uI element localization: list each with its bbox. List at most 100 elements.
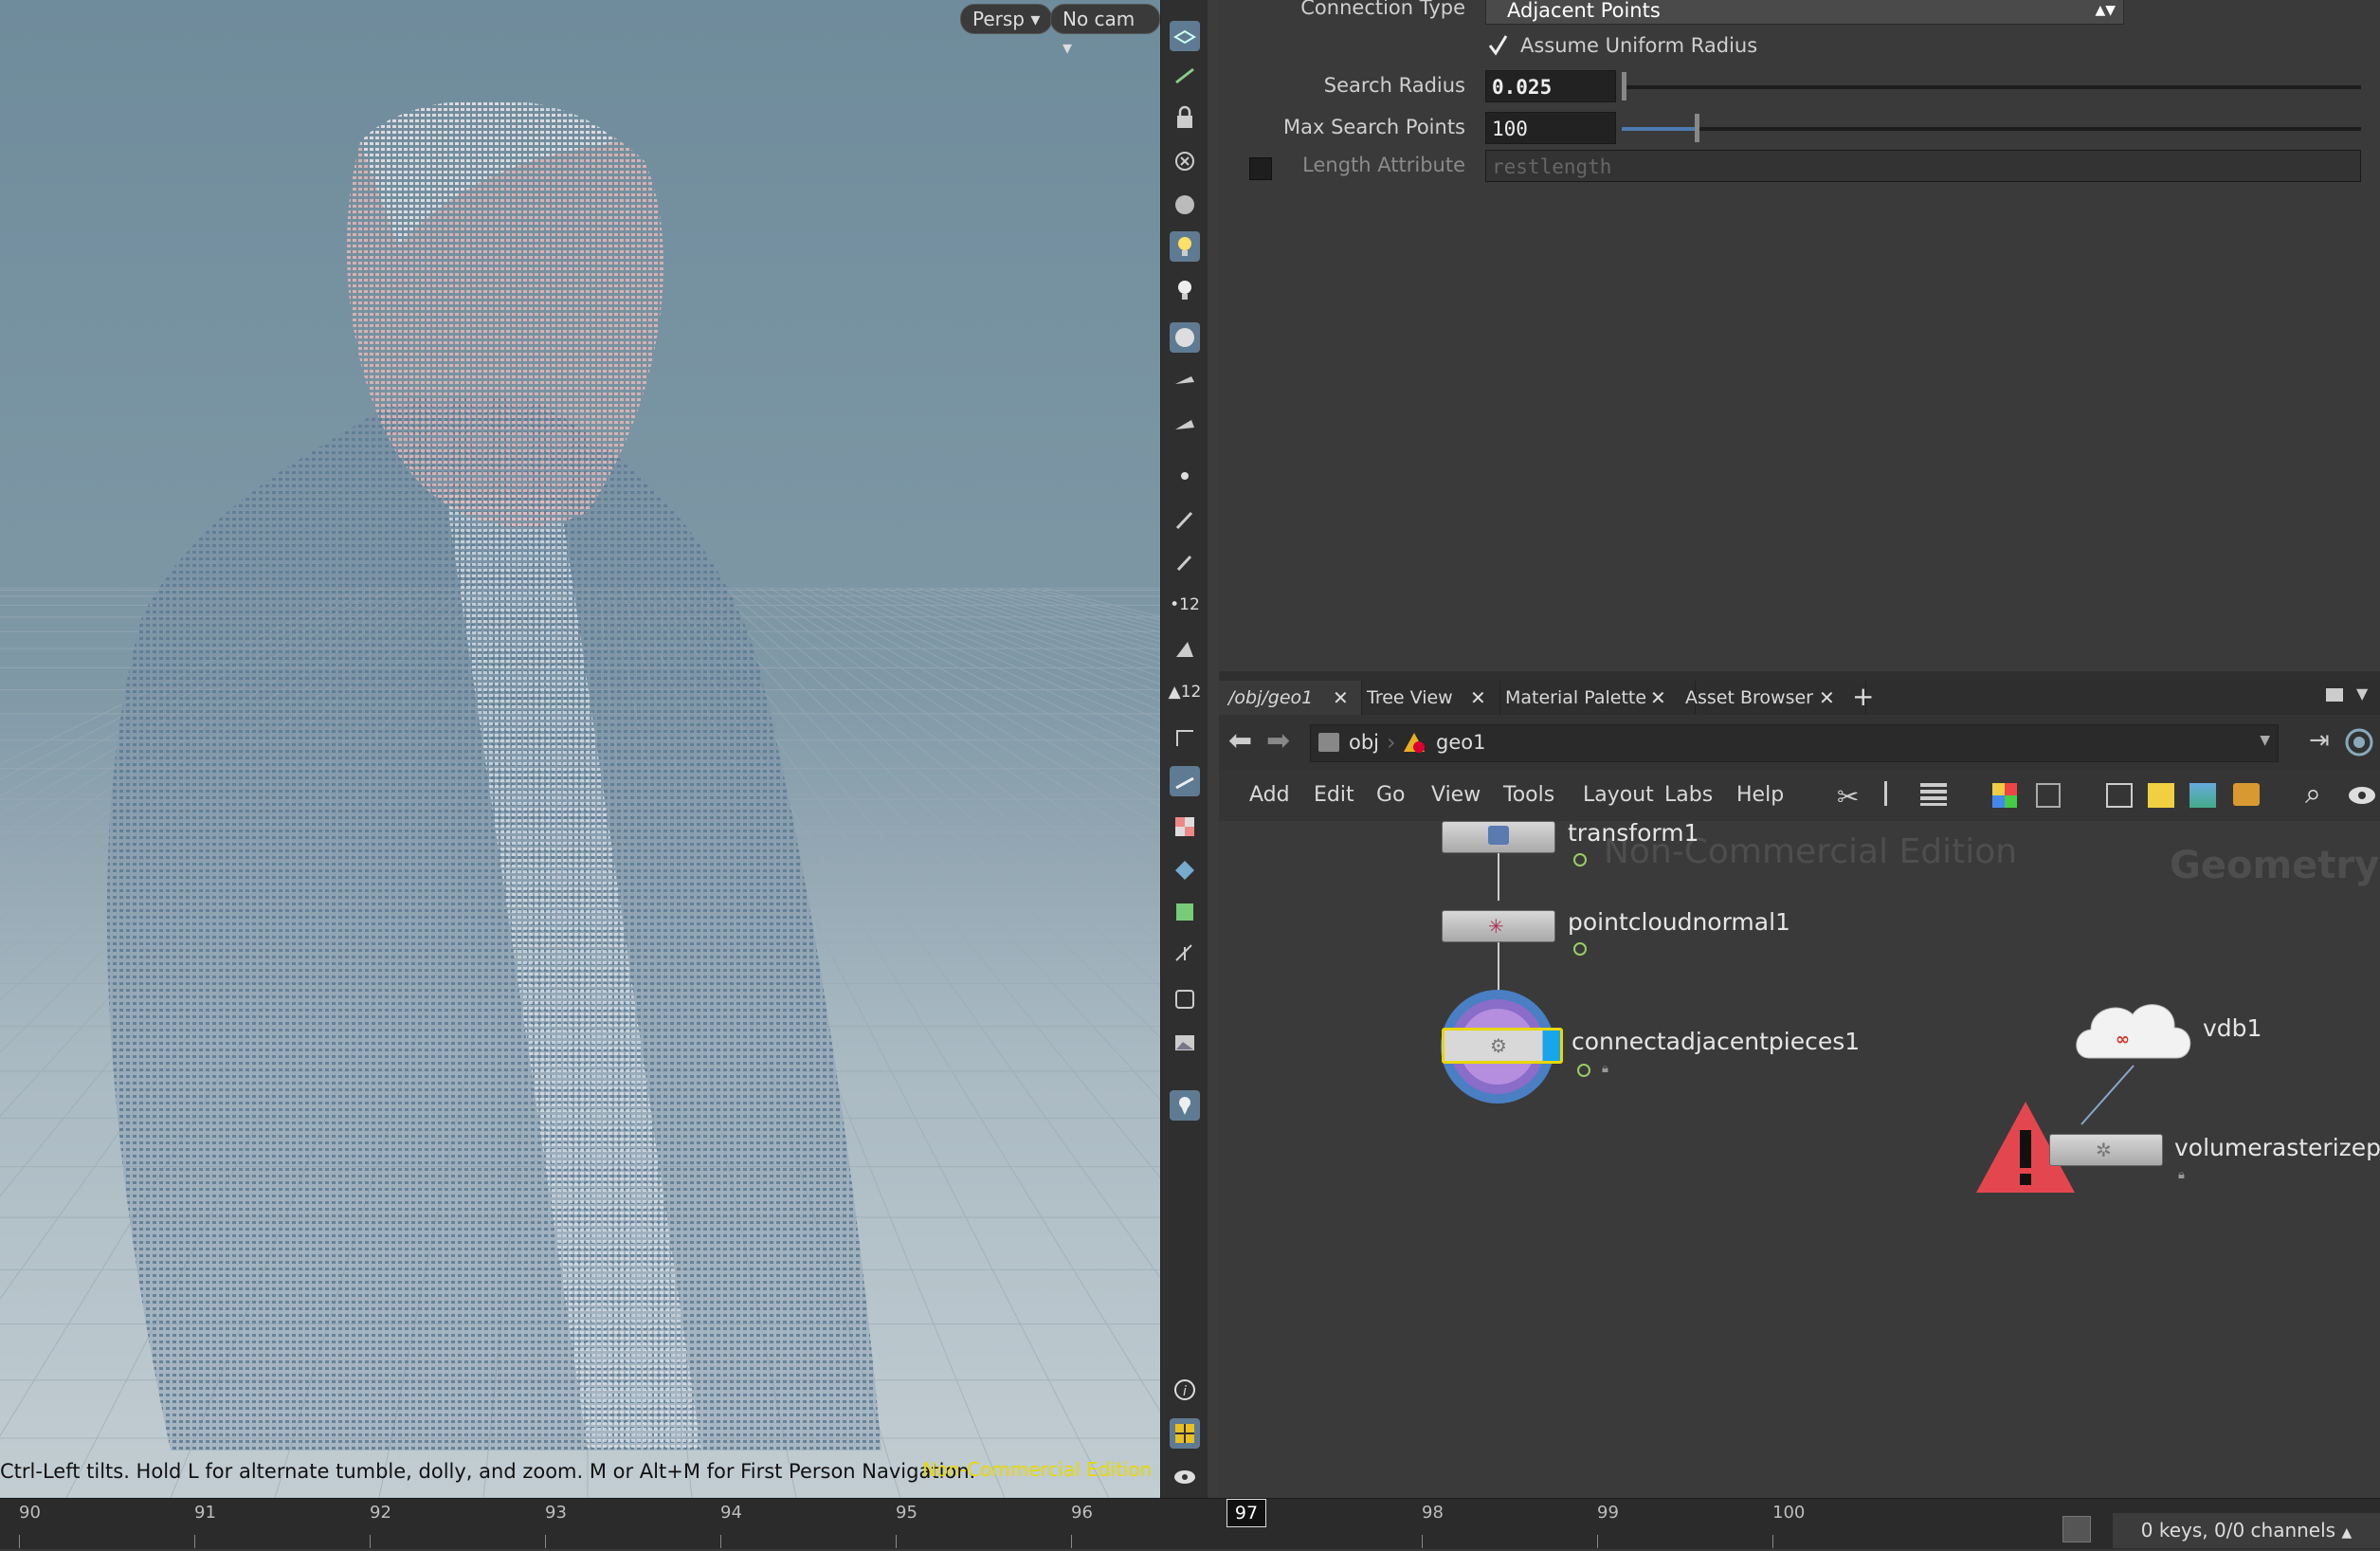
search-radius-field[interactable]: 0.025 bbox=[1485, 70, 1616, 102]
path-dropdown-icon[interactable]: ▼ bbox=[2260, 733, 2270, 748]
connectadjacentpieces1-label[interactable]: connectadjacentpieces1 bbox=[1572, 1028, 1860, 1055]
menu-labs[interactable]: Labs bbox=[1664, 783, 1713, 807]
perspective-menu[interactable]: Persp ▾ bbox=[960, 4, 1053, 34]
maximize-pane-icon[interactable] bbox=[2326, 688, 2343, 702]
connection-type-label: Connection Type bbox=[1300, 0, 1465, 19]
display-icon[interactable] bbox=[1170, 190, 1200, 220]
visibility-icon[interactable] bbox=[2347, 783, 2377, 808]
color-palette-icon[interactable] bbox=[1992, 783, 2017, 808]
camera-menu[interactable]: No cam ▾ bbox=[1050, 4, 1160, 59]
path-obj[interactable]: obj bbox=[1349, 731, 1379, 754]
pane-split-handle[interactable] bbox=[1219, 671, 2380, 681]
search-radius-slider-handle[interactable] bbox=[1622, 72, 1626, 100]
menu-add[interactable]: Add bbox=[1249, 783, 1290, 807]
menu-help[interactable]: Help bbox=[1736, 783, 1784, 807]
snap-icon[interactable] bbox=[1170, 61, 1200, 91]
path-field[interactable]: obj › geo1 ▼ bbox=[1310, 724, 2279, 762]
sticky-note-icon[interactable] bbox=[2148, 783, 2174, 808]
connectadjacentpieces1-node[interactable]: ⚙ bbox=[1442, 1028, 1563, 1064]
pin-icon[interactable]: ⇥ bbox=[2309, 726, 2330, 755]
viewport-toolbar: •12 ▲12 i bbox=[1160, 0, 1209, 1498]
pointcloudnormal1-node[interactable]: ✳ bbox=[1442, 910, 1555, 942]
checker-icon[interactable] bbox=[1170, 812, 1200, 842]
primitive-number-icon[interactable]: ▲12 bbox=[1169, 677, 1202, 707]
transform1-label[interactable]: transform1 bbox=[1568, 821, 1699, 847]
network-box-icon[interactable] bbox=[2106, 783, 2133, 808]
uv-icon[interactable] bbox=[1170, 855, 1200, 885]
forward-arrow-icon[interactable]: ➡ bbox=[1266, 724, 1290, 757]
path-geo[interactable]: geo1 bbox=[1436, 731, 1485, 754]
edge-icon[interactable] bbox=[1170, 722, 1200, 753]
vdb1-label[interactable]: vdb1 bbox=[2203, 1014, 2262, 1042]
shape-palette-icon[interactable] bbox=[2036, 783, 2061, 808]
timeline-tick-label: 95 bbox=[896, 1503, 917, 1523]
assume-uniform-radius-label: Assume Uniform Radius bbox=[1520, 34, 1758, 57]
background-image-icon[interactable] bbox=[2189, 783, 2216, 808]
primitive-icon[interactable] bbox=[1170, 633, 1200, 664]
scene-viewport[interactable]: Persp ▾ No cam ▾ Ctrl-Left tilts. Hold L… bbox=[0, 0, 1160, 1498]
tab-label: Tree View bbox=[1367, 687, 1453, 708]
assume-uniform-radius-checkbox[interactable] bbox=[1486, 34, 1509, 57]
layers-icon[interactable] bbox=[1170, 21, 1200, 51]
close-icon[interactable]: ✕ bbox=[1470, 686, 1486, 709]
list-icon[interactable] bbox=[1920, 783, 1947, 806]
asset-icon[interactable] bbox=[2233, 783, 2260, 806]
eye-icon[interactable] bbox=[1170, 1462, 1200, 1492]
pointcloudnormal1-label[interactable]: pointcloudnormal1 bbox=[1568, 908, 1790, 936]
point-number-icon[interactable]: •12 bbox=[1170, 590, 1200, 620]
background-icon[interactable] bbox=[1170, 984, 1200, 1014]
image-icon[interactable] bbox=[1170, 1028, 1200, 1058]
menu-go[interactable]: Go bbox=[1376, 783, 1406, 807]
length-attribute-field[interactable]: restlength bbox=[1485, 150, 2361, 182]
vdb-cloud-icon[interactable]: ∞ bbox=[2070, 992, 2197, 1067]
add-tab-icon[interactable]: + bbox=[1852, 681, 1874, 712]
menu-view[interactable]: View bbox=[1431, 783, 1481, 807]
pane-menu-icon[interactable]: ▼ bbox=[2356, 684, 2368, 703]
normal-icon[interactable] bbox=[1170, 766, 1200, 796]
volumerasterize-label[interactable]: volumerasterizepoi bbox=[2174, 1134, 2380, 1161]
back-arrow-icon[interactable]: ⬅ bbox=[1228, 724, 1252, 757]
timeline-tick-label: 100 bbox=[1772, 1503, 1806, 1523]
current-frame-marker[interactable]: 97 bbox=[1226, 1499, 1266, 1527]
point-icon[interactable] bbox=[1170, 461, 1200, 491]
location-pin-icon[interactable] bbox=[1170, 1090, 1200, 1121]
search-icon[interactable]: ⌕ bbox=[2305, 777, 2321, 811]
close-icon[interactable]: ✕ bbox=[1819, 686, 1835, 709]
tab-asset-browser[interactable]: Asset Browser bbox=[1676, 681, 1866, 715]
sync-icon[interactable] bbox=[2062, 1516, 2091, 1542]
camera-tool-icon[interactable] bbox=[1170, 366, 1200, 396]
light-icon[interactable] bbox=[1170, 275, 1200, 305]
shading-icon[interactable] bbox=[1170, 322, 1200, 353]
map-icon[interactable] bbox=[1170, 897, 1200, 927]
menu-layout[interactable]: Layout bbox=[1583, 783, 1654, 807]
close-geo-icon[interactable] bbox=[1170, 146, 1200, 176]
close-icon[interactable]: ✕ bbox=[1650, 686, 1666, 709]
max-search-points-field[interactable]: 100 bbox=[1485, 112, 1616, 144]
volumerasterize-node[interactable]: ✲ bbox=[2049, 1134, 2163, 1166]
menu-tools[interactable]: Tools bbox=[1503, 783, 1554, 807]
pen-icon[interactable] bbox=[1170, 546, 1200, 576]
transform1-node[interactable] bbox=[1442, 821, 1555, 853]
tree-icon[interactable] bbox=[1884, 781, 1906, 806]
headlight-icon[interactable] bbox=[1170, 231, 1200, 262]
network-editor[interactable]: Non-Commercial Edition Geometry transfor… bbox=[1219, 821, 2380, 1498]
info-icon[interactable]: i bbox=[1170, 1375, 1200, 1405]
timeline[interactable]: 90 91 92 93 94 95 96 98 99 100 97 bbox=[0, 1498, 2380, 1549]
brush-icon[interactable] bbox=[1170, 504, 1200, 535]
max-search-points-slider-handle[interactable] bbox=[1695, 114, 1699, 142]
timeline-tick-label: 92 bbox=[370, 1503, 391, 1523]
connection-type-dropdown[interactable]: Adjacent Points ▲▼ bbox=[1485, 0, 2124, 25]
viewport-layout-icon[interactable] bbox=[1170, 1418, 1200, 1449]
camera-flip-icon[interactable] bbox=[1170, 410, 1200, 440]
max-search-points-slider[interactable] bbox=[1622, 127, 2361, 131]
expand-up-icon[interactable]: ▲ bbox=[2341, 1525, 2352, 1541]
link-icon[interactable] bbox=[2343, 726, 2375, 758]
close-icon[interactable]: ✕ bbox=[1333, 686, 1349, 709]
transform-handle-icon[interactable] bbox=[1170, 939, 1200, 969]
search-radius-slider[interactable] bbox=[1622, 85, 2361, 89]
timeline-tick-label: 99 bbox=[1597, 1503, 1619, 1523]
wrench-icon[interactable]: ✂ bbox=[1837, 781, 1859, 812]
node-flag-icon bbox=[1573, 942, 1587, 956]
menu-edit[interactable]: Edit bbox=[1314, 783, 1354, 807]
lock-icon[interactable] bbox=[1170, 102, 1200, 133]
